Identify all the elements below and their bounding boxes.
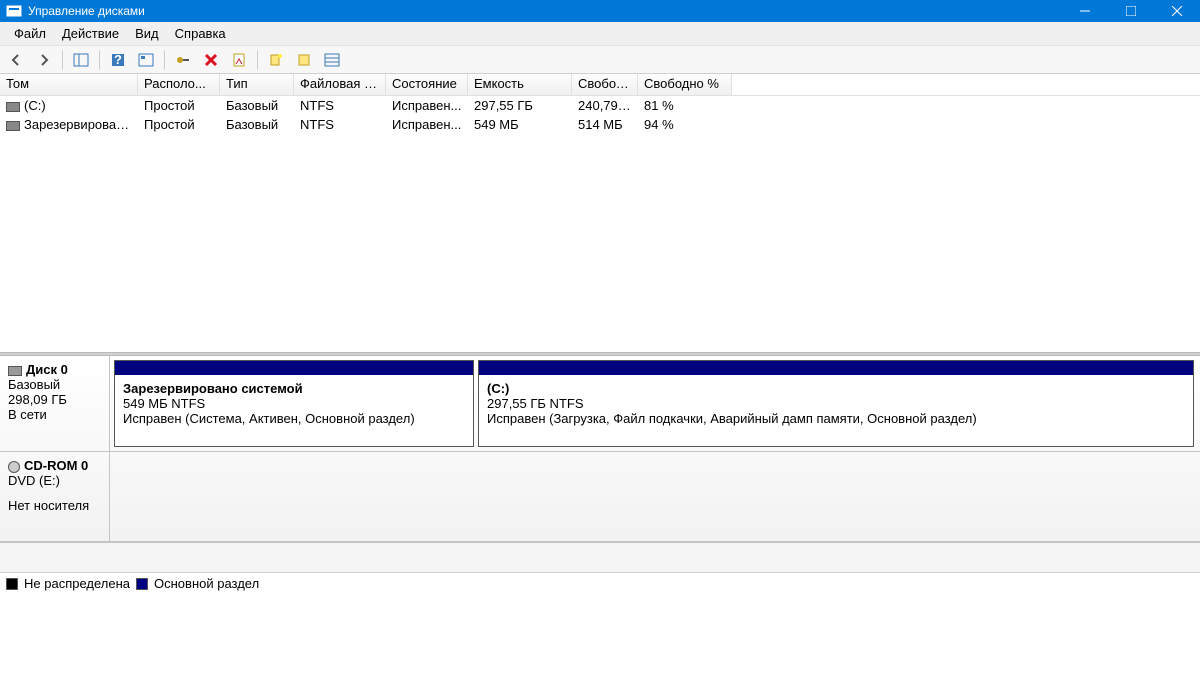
legend-primary-swatch — [136, 578, 148, 590]
window-title: Управление дисками — [28, 4, 1062, 18]
list-button[interactable] — [320, 49, 344, 71]
legend-unallocated-label: Не распределена — [24, 576, 130, 591]
menu-action[interactable]: Действие — [54, 23, 127, 44]
legend-unallocated-swatch — [6, 578, 18, 590]
volume-status: Исправен... — [386, 117, 468, 132]
volume-type: Базовый — [220, 117, 294, 132]
partition-header — [115, 361, 473, 375]
partition-status: Исправен (Загрузка, Файл подкачки, Авари… — [487, 411, 1185, 426]
back-button[interactable] — [4, 49, 28, 71]
forward-button[interactable] — [32, 49, 56, 71]
menu-help[interactable]: Справка — [167, 23, 234, 44]
volume-row[interactable]: (C:) ПростойБазовыйNTFSИсправен...297,55 … — [0, 96, 1200, 115]
column-free-percent[interactable]: Свободно % — [638, 74, 732, 95]
column-capacity[interactable]: Емкость — [468, 74, 572, 95]
volume-icon — [6, 102, 20, 112]
app-icon — [6, 3, 22, 19]
cdrom-name: CD-ROM 0 — [24, 458, 88, 473]
menu-view[interactable]: Вид — [127, 23, 167, 44]
volume-list: Том Располо... Тип Файловая с... Состоян… — [0, 74, 1200, 352]
disk-map: Диск 0Базовый298,09 ГБВ сети Зарезервиров… — [0, 356, 1200, 572]
volume-type: Базовый — [220, 98, 294, 113]
volume-free-percent: 94 % — [638, 117, 732, 132]
column-status[interactable]: Состояние — [386, 74, 468, 95]
volume-free: 240,79 ГБ — [572, 98, 638, 113]
minimize-button[interactable] — [1062, 0, 1108, 22]
volume-name: Зарезервировано... — [24, 117, 138, 132]
volume-free-percent: 81 % — [638, 98, 732, 113]
partition-status: Исправен (Система, Активен, Основной раз… — [123, 411, 465, 426]
volume-free: 514 МБ — [572, 117, 638, 132]
disk-name: Диск 0 — [26, 362, 68, 377]
partition-size: 297,55 ГБ NTFS — [487, 396, 1185, 411]
properties-button[interactable] — [227, 49, 251, 71]
column-volume[interactable]: Том — [0, 74, 138, 95]
volume-layout: Простой — [138, 98, 220, 113]
volume-capacity: 549 МБ — [468, 117, 572, 132]
menubar: Файл Действие Вид Справка — [0, 22, 1200, 46]
column-layout[interactable]: Располо... — [138, 74, 220, 95]
help-button[interactable]: ? — [106, 49, 130, 71]
delete-button[interactable] — [199, 49, 223, 71]
disk-type: Базовый — [8, 377, 101, 392]
partition-title: Зарезервировано системой — [123, 381, 465, 396]
menu-file[interactable]: Файл — [6, 23, 54, 44]
volume-capacity: 297,55 ГБ — [468, 98, 572, 113]
volume-list-header: Том Располо... Тип Файловая с... Состоян… — [0, 74, 1200, 96]
partition[interactable]: (C:)297,55 ГБ NTFSИсправен (Загрузка, Фа… — [478, 360, 1194, 447]
column-type[interactable]: Тип — [220, 74, 294, 95]
volume-fs: NTFS — [294, 98, 386, 113]
titlebar: Управление дисками — [0, 0, 1200, 22]
close-button[interactable] — [1154, 0, 1200, 22]
volume-status: Исправен... — [386, 98, 468, 113]
cdrom-type: DVD (E:) — [8, 473, 101, 488]
legend-primary-label: Основной раздел — [154, 576, 259, 591]
disk-state: В сети — [8, 407, 101, 422]
volume-icon — [6, 121, 20, 131]
disk-icon — [8, 366, 22, 376]
volume-fs: NTFS — [294, 117, 386, 132]
refresh-button[interactable] — [134, 49, 158, 71]
legend: Не распределена Основной раздел — [0, 572, 1200, 594]
new-button[interactable] — [264, 49, 288, 71]
partition-header — [479, 361, 1193, 375]
volume-name: (C:) — [24, 98, 46, 113]
disk-size: 298,09 ГБ — [8, 392, 101, 407]
cdrom-state: Нет носителя — [8, 498, 101, 513]
diskmap-footer — [0, 542, 1200, 572]
cdrom-icon — [8, 461, 20, 473]
volume-row[interactable]: Зарезервировано...ПростойБазовыйNTFSИспр… — [0, 115, 1200, 134]
volume-layout: Простой — [138, 117, 220, 132]
maximize-button[interactable] — [1108, 0, 1154, 22]
show-hide-console-button[interactable] — [69, 49, 93, 71]
action-button[interactable] — [292, 49, 316, 71]
partition-title: (C:) — [487, 381, 1185, 396]
cdrom-row[interactable]: CD-ROM 0 DVD (E:) Нет носителя — [0, 452, 1200, 542]
toolbar: ? — [0, 46, 1200, 74]
partition-size: 549 МБ NTFS — [123, 396, 465, 411]
settings-button[interactable] — [171, 49, 195, 71]
column-free[interactable]: Свобод... — [572, 74, 638, 95]
partition[interactable]: Зарезервировано системой549 МБ NTFSИспра… — [114, 360, 474, 447]
svg-text:?: ? — [114, 53, 122, 67]
disk-row[interactable]: Диск 0Базовый298,09 ГБВ сети Зарезервиров… — [0, 356, 1200, 452]
column-filesystem[interactable]: Файловая с... — [294, 74, 386, 95]
